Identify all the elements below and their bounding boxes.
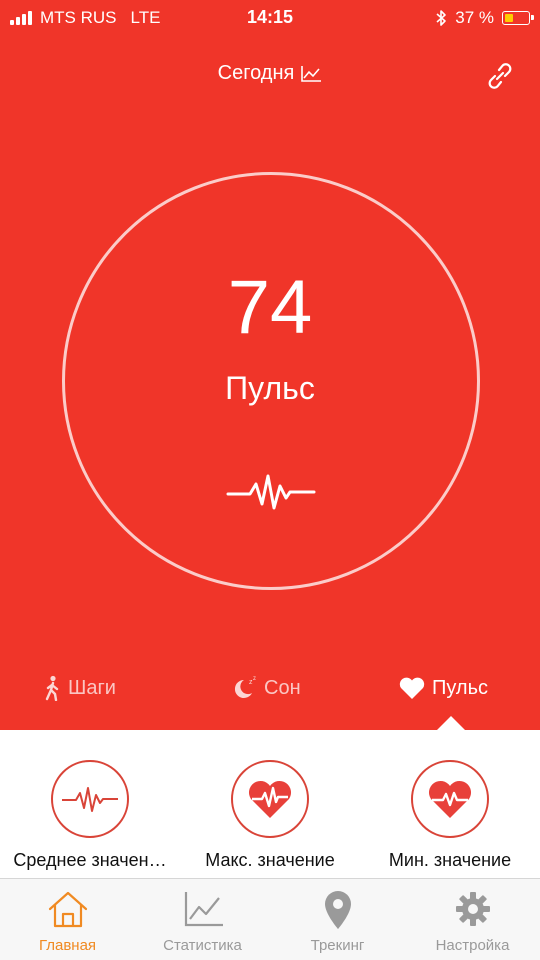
date-selector[interactable]: Сегодня xyxy=(0,62,540,85)
stat-max[interactable]: Макс. значение xyxy=(180,760,360,871)
status-bar: MTS RUS LTE 14:15 37 % xyxy=(0,0,540,36)
metric-tabs: Шаги z z Сон Пульс xyxy=(0,668,540,708)
bluetooth-icon xyxy=(436,10,447,26)
link-icon xyxy=(488,63,512,89)
tab-tracking[interactable]: Трекинг xyxy=(270,887,405,954)
stat-min-circle xyxy=(411,760,489,838)
tab-tracking-label: Трекинг xyxy=(310,937,365,954)
stat-min[interactable]: Мин. значение xyxy=(360,760,540,871)
battery-icon xyxy=(502,11,534,25)
home-icon xyxy=(48,891,87,928)
page-title: Сегодня xyxy=(217,62,295,84)
tab-pulse-label: Пульс xyxy=(432,676,489,699)
tab-settings-label: Настройка xyxy=(435,937,510,954)
stat-max-label: Макс. значение xyxy=(205,850,335,870)
moon-icon: z z xyxy=(234,676,256,698)
stat-average[interactable]: Среднее значен… xyxy=(0,760,180,871)
pulse-label: Пульс xyxy=(225,370,315,406)
location-pin-icon xyxy=(324,891,351,929)
heart-icon xyxy=(399,677,425,699)
tab-statistics[interactable]: Статистика xyxy=(135,887,270,954)
tab-home[interactable]: Главная xyxy=(0,887,135,954)
status-right: 37 % xyxy=(435,8,534,28)
hero-panel: MTS RUS LTE 14:15 37 % Сегодня 74 Пульс … xyxy=(0,0,540,730)
walk-icon xyxy=(45,675,59,701)
heart-pulse-icon xyxy=(248,780,292,818)
tab-statistics-label: Статистика xyxy=(163,937,242,954)
active-tab-pointer xyxy=(437,716,465,730)
svg-text:z: z xyxy=(253,676,256,682)
tab-settings[interactable]: Настройка xyxy=(405,887,540,954)
stat-min-label: Мин. значение xyxy=(388,850,512,870)
bottom-tab-bar: Главная Статистика Трекинг Настройка xyxy=(0,878,540,960)
trend-chart-icon xyxy=(301,65,322,82)
pulse-value: 74 xyxy=(227,265,313,350)
heart-pulse-icon xyxy=(428,780,472,818)
tab-pulse[interactable]: Пульс xyxy=(398,668,488,708)
tab-sleep-label: Сон xyxy=(264,676,301,699)
heartbeat-wave-icon xyxy=(226,474,316,510)
tab-sleep[interactable]: z z Сон xyxy=(230,668,301,708)
battery-fill xyxy=(504,13,513,22)
tab-steps-label: Шаги xyxy=(68,676,116,699)
link-device-button[interactable] xyxy=(482,58,518,94)
stat-average-label: Среднее значен… xyxy=(13,850,167,870)
stat-max-circle xyxy=(231,760,309,838)
tab-home-label: Главная xyxy=(38,937,97,954)
tab-steps[interactable]: Шаги xyxy=(44,668,116,708)
stat-average-circle xyxy=(51,760,129,838)
chart-icon xyxy=(184,892,223,927)
pulse-wave-icon xyxy=(62,787,118,812)
gear-icon xyxy=(455,892,490,926)
battery-percent: 37 % xyxy=(455,8,494,27)
